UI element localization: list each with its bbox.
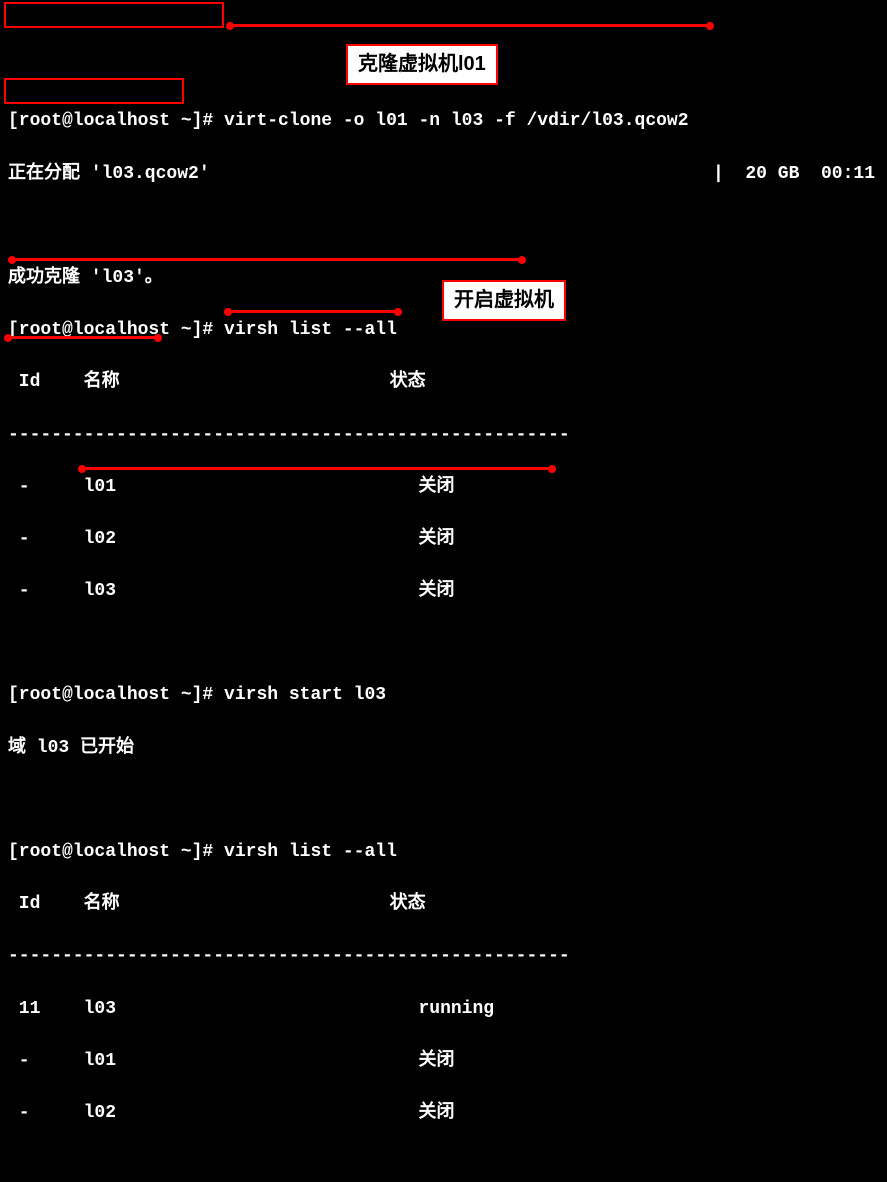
table-row: 11 l03 running (8, 996, 879, 1022)
terminal-line-5: [root@localhost ~]# virsh list --all (8, 317, 879, 343)
terminal-line-blank (8, 213, 879, 239)
redline-clone-cmd (230, 24, 710, 27)
table-header: Id 名称 状态 (8, 891, 879, 917)
header-text: Id 名称 状态 (8, 372, 426, 392)
redline-start-cmd (228, 310, 398, 313)
terminal-line-13: 域 l03 已开始 (8, 735, 879, 761)
shell-prompt: [root@localhost ~]# (8, 842, 224, 862)
annotation-start-label: 开启虚拟机 (442, 280, 566, 321)
command-text: virsh start l03 (224, 685, 386, 705)
header-text: Id 名称 状态 (8, 894, 426, 914)
table-row: - l01 关闭 (8, 1048, 879, 1074)
table-row: - l02 关闭 (8, 1100, 879, 1126)
table-divider: ----------------------------------------… (8, 422, 879, 448)
shell-prompt: [root@localhost ~]# (8, 685, 224, 705)
redbox-clone-success (4, 78, 184, 104)
shell-prompt: [root@localhost ~]# (8, 111, 224, 131)
command-text: virt-clone -o l01 -n l03 -f /vdir/l03.qc… (224, 111, 688, 131)
shell-prompt: [root@localhost ~]# (8, 320, 224, 340)
command-text: virsh list --all (224, 842, 397, 862)
command-text: virsh list --all (224, 320, 397, 340)
terminal-line-2: 正在分配 'l03.qcow2' | 20 GB 00:11 (8, 161, 879, 187)
redline-running-row (82, 467, 552, 470)
table-row: - l01 关闭 (8, 474, 879, 500)
terminal-line-blank (8, 630, 879, 656)
row-text: - l03 关闭 (8, 581, 454, 601)
row-text: 11 l03 running (8, 999, 494, 1019)
table-row: - l03 关闭 (8, 578, 879, 604)
row-text: - l01 关闭 (8, 1051, 454, 1071)
redline-l03-row (12, 258, 522, 261)
output-text: 域 l03 已开始 (8, 738, 134, 758)
output-text: 正在分配 'l03.qcow2' (8, 164, 210, 184)
table-divider: ----------------------------------------… (8, 943, 879, 969)
divider-text: ----------------------------------------… (8, 425, 570, 445)
output-text: 成功克隆 'l03'。 (8, 268, 163, 288)
row-text: - l02 关闭 (8, 1103, 454, 1123)
terminal-line-blank (8, 1152, 879, 1178)
annotation-clone-label: 克隆虚拟机l01 (346, 44, 498, 85)
divider-text: ----------------------------------------… (8, 946, 570, 966)
row-text: - l02 关闭 (8, 529, 454, 549)
table-header: Id 名称 状态 (8, 369, 879, 395)
terminal-line-12: [root@localhost ~]# virsh start l03 (8, 682, 879, 708)
row-text: - l01 关闭 (8, 477, 454, 497)
output-right: | 20 GB 00:11 (713, 161, 875, 187)
table-row: - l02 关闭 (8, 526, 879, 552)
redbox-prompt-1 (4, 2, 224, 28)
terminal-line-1: [root@localhost ~]# virt-clone -o l01 -n… (8, 108, 879, 134)
terminal-line-blank (8, 787, 879, 813)
terminal-line-15: [root@localhost ~]# virsh list --all (8, 839, 879, 865)
